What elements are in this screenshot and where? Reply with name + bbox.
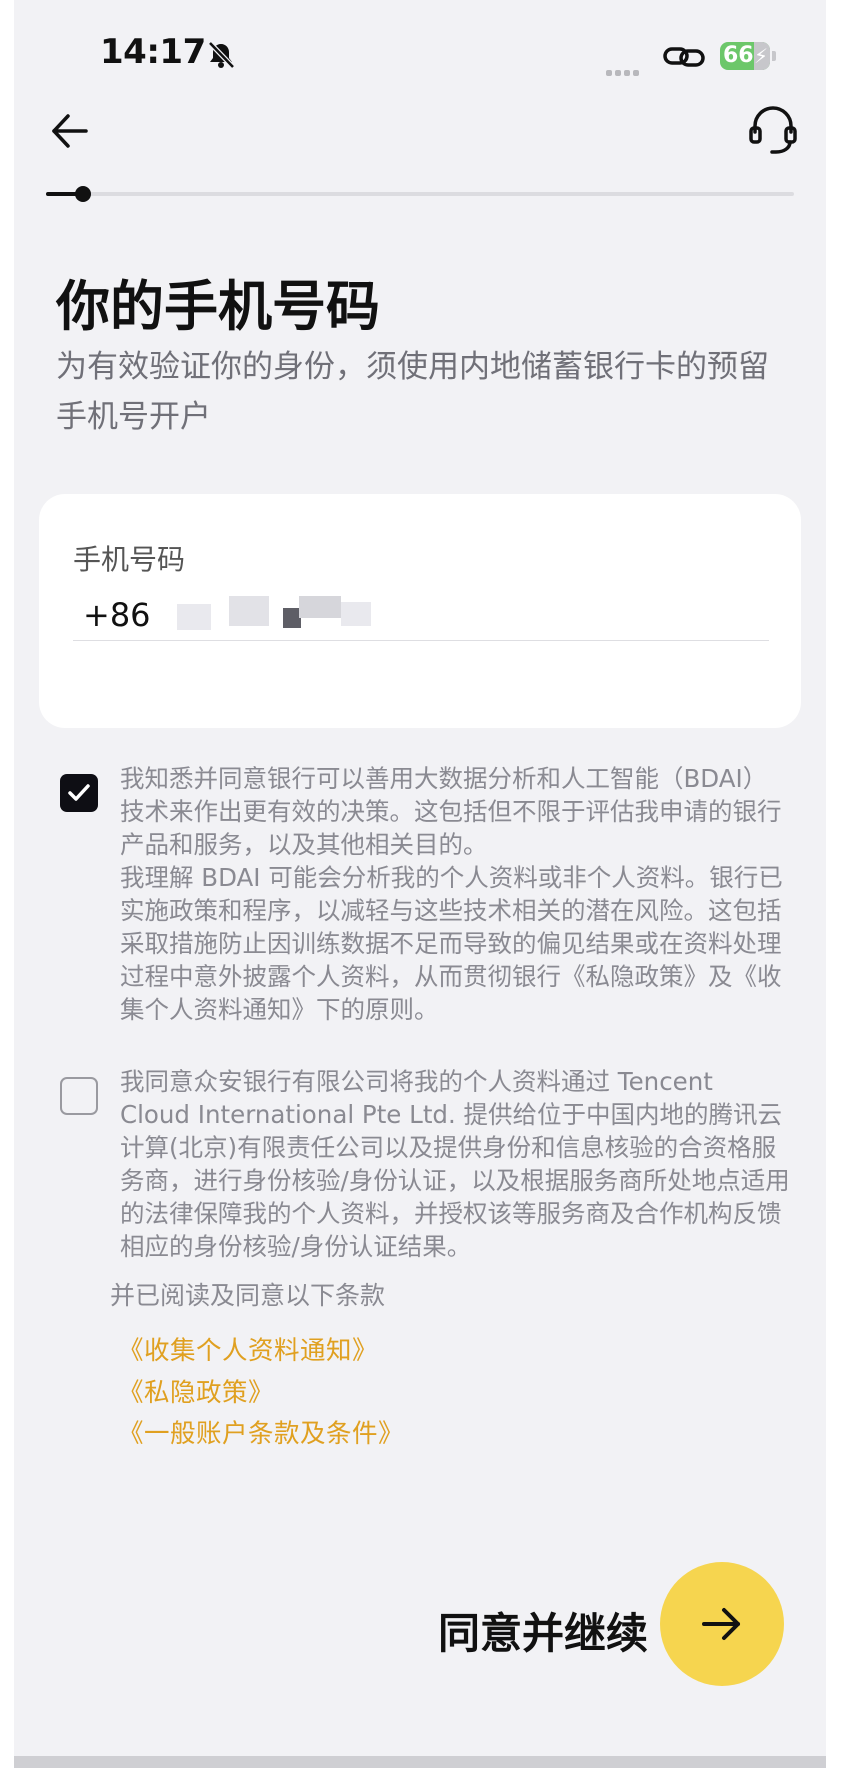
consent-bdai: 我知悉并同意银行可以善用大数据分析和人工智能（BDAI）技术来作出更有效的决策。… xyxy=(60,762,790,1024)
link-icon xyxy=(663,47,705,67)
app-screen: 14:17 66 ⚡ 你的手机号码 为有效验证你的身份，须使用内地储蓄银行卡的预… xyxy=(14,0,826,1768)
page-subtitle: 为有效验证你的身份，须使用内地储蓄银行卡的预留手机号开户 xyxy=(56,349,769,435)
phone-label: 手机号码 xyxy=(73,543,186,576)
consent-paragraph: 我知悉并同意银行可以善用大数据分析和人工智能（BDAI）技术来作出更有效的决策。… xyxy=(120,764,782,859)
bell-off-icon xyxy=(208,41,235,69)
battery-level: 66 xyxy=(723,43,754,68)
check-icon xyxy=(68,784,90,801)
bdai-consent-checkbox[interactable] xyxy=(60,774,98,812)
link-account-terms[interactable]: 《一般账户条款及条件》 xyxy=(118,1413,404,1450)
arrow-left-icon xyxy=(52,114,88,148)
headset-icon xyxy=(749,106,797,154)
back-button[interactable] xyxy=(44,106,94,156)
battery-tip xyxy=(772,51,776,61)
charging-bolt-icon: ⚡ xyxy=(753,44,768,68)
consent-data-transfer: 我同意众安银行有限公司将我的个人资料通过 Tencent Cloud Inter… xyxy=(60,1065,790,1265)
bottom-bar xyxy=(14,1756,826,1768)
status-time: 14:17 xyxy=(100,32,206,72)
country-code[interactable]: +86 xyxy=(83,586,151,644)
phone-card: 手机号码 +86 xyxy=(39,494,801,728)
page-title: 你的手机号码 xyxy=(56,275,380,338)
link-privacy-policy[interactable]: 《私隐政策》 xyxy=(118,1372,274,1409)
consent-paragraph: 我同意众安银行有限公司将我的个人资料通过 Tencent Cloud Inter… xyxy=(120,1067,790,1261)
bdai-consent-text: 我知悉并同意银行可以善用大数据分析和人工智能（BDAI）技术来作出更有效的决策。… xyxy=(120,762,790,1026)
signal-icon xyxy=(606,61,642,80)
battery-icon: 66 ⚡ xyxy=(720,42,770,70)
progress-bar xyxy=(46,186,794,202)
terms-intro: 并已阅读及同意以下条款 xyxy=(110,1281,386,1310)
phone-number-input[interactable] xyxy=(165,592,769,638)
consent-paragraph: 我理解 BDAI 可能会分析我的个人资料或非个人资料。银行已实施政策和程序，以减… xyxy=(120,863,783,1024)
continue-button[interactable] xyxy=(660,1562,784,1686)
continue-label[interactable]: 同意并继续 xyxy=(438,1600,648,1661)
link-personal-data-notice[interactable]: 《收集个人资料通知》 xyxy=(118,1330,378,1367)
arrow-right-icon xyxy=(702,1608,740,1640)
progress-dot xyxy=(75,186,92,202)
phone-row: +86 xyxy=(73,586,769,641)
data-transfer-consent-checkbox[interactable] xyxy=(60,1077,98,1115)
data-transfer-consent-text: 我同意众安银行有限公司将我的个人资料通过 Tencent Cloud Inter… xyxy=(120,1065,790,1263)
customer-service-button[interactable] xyxy=(746,104,800,158)
